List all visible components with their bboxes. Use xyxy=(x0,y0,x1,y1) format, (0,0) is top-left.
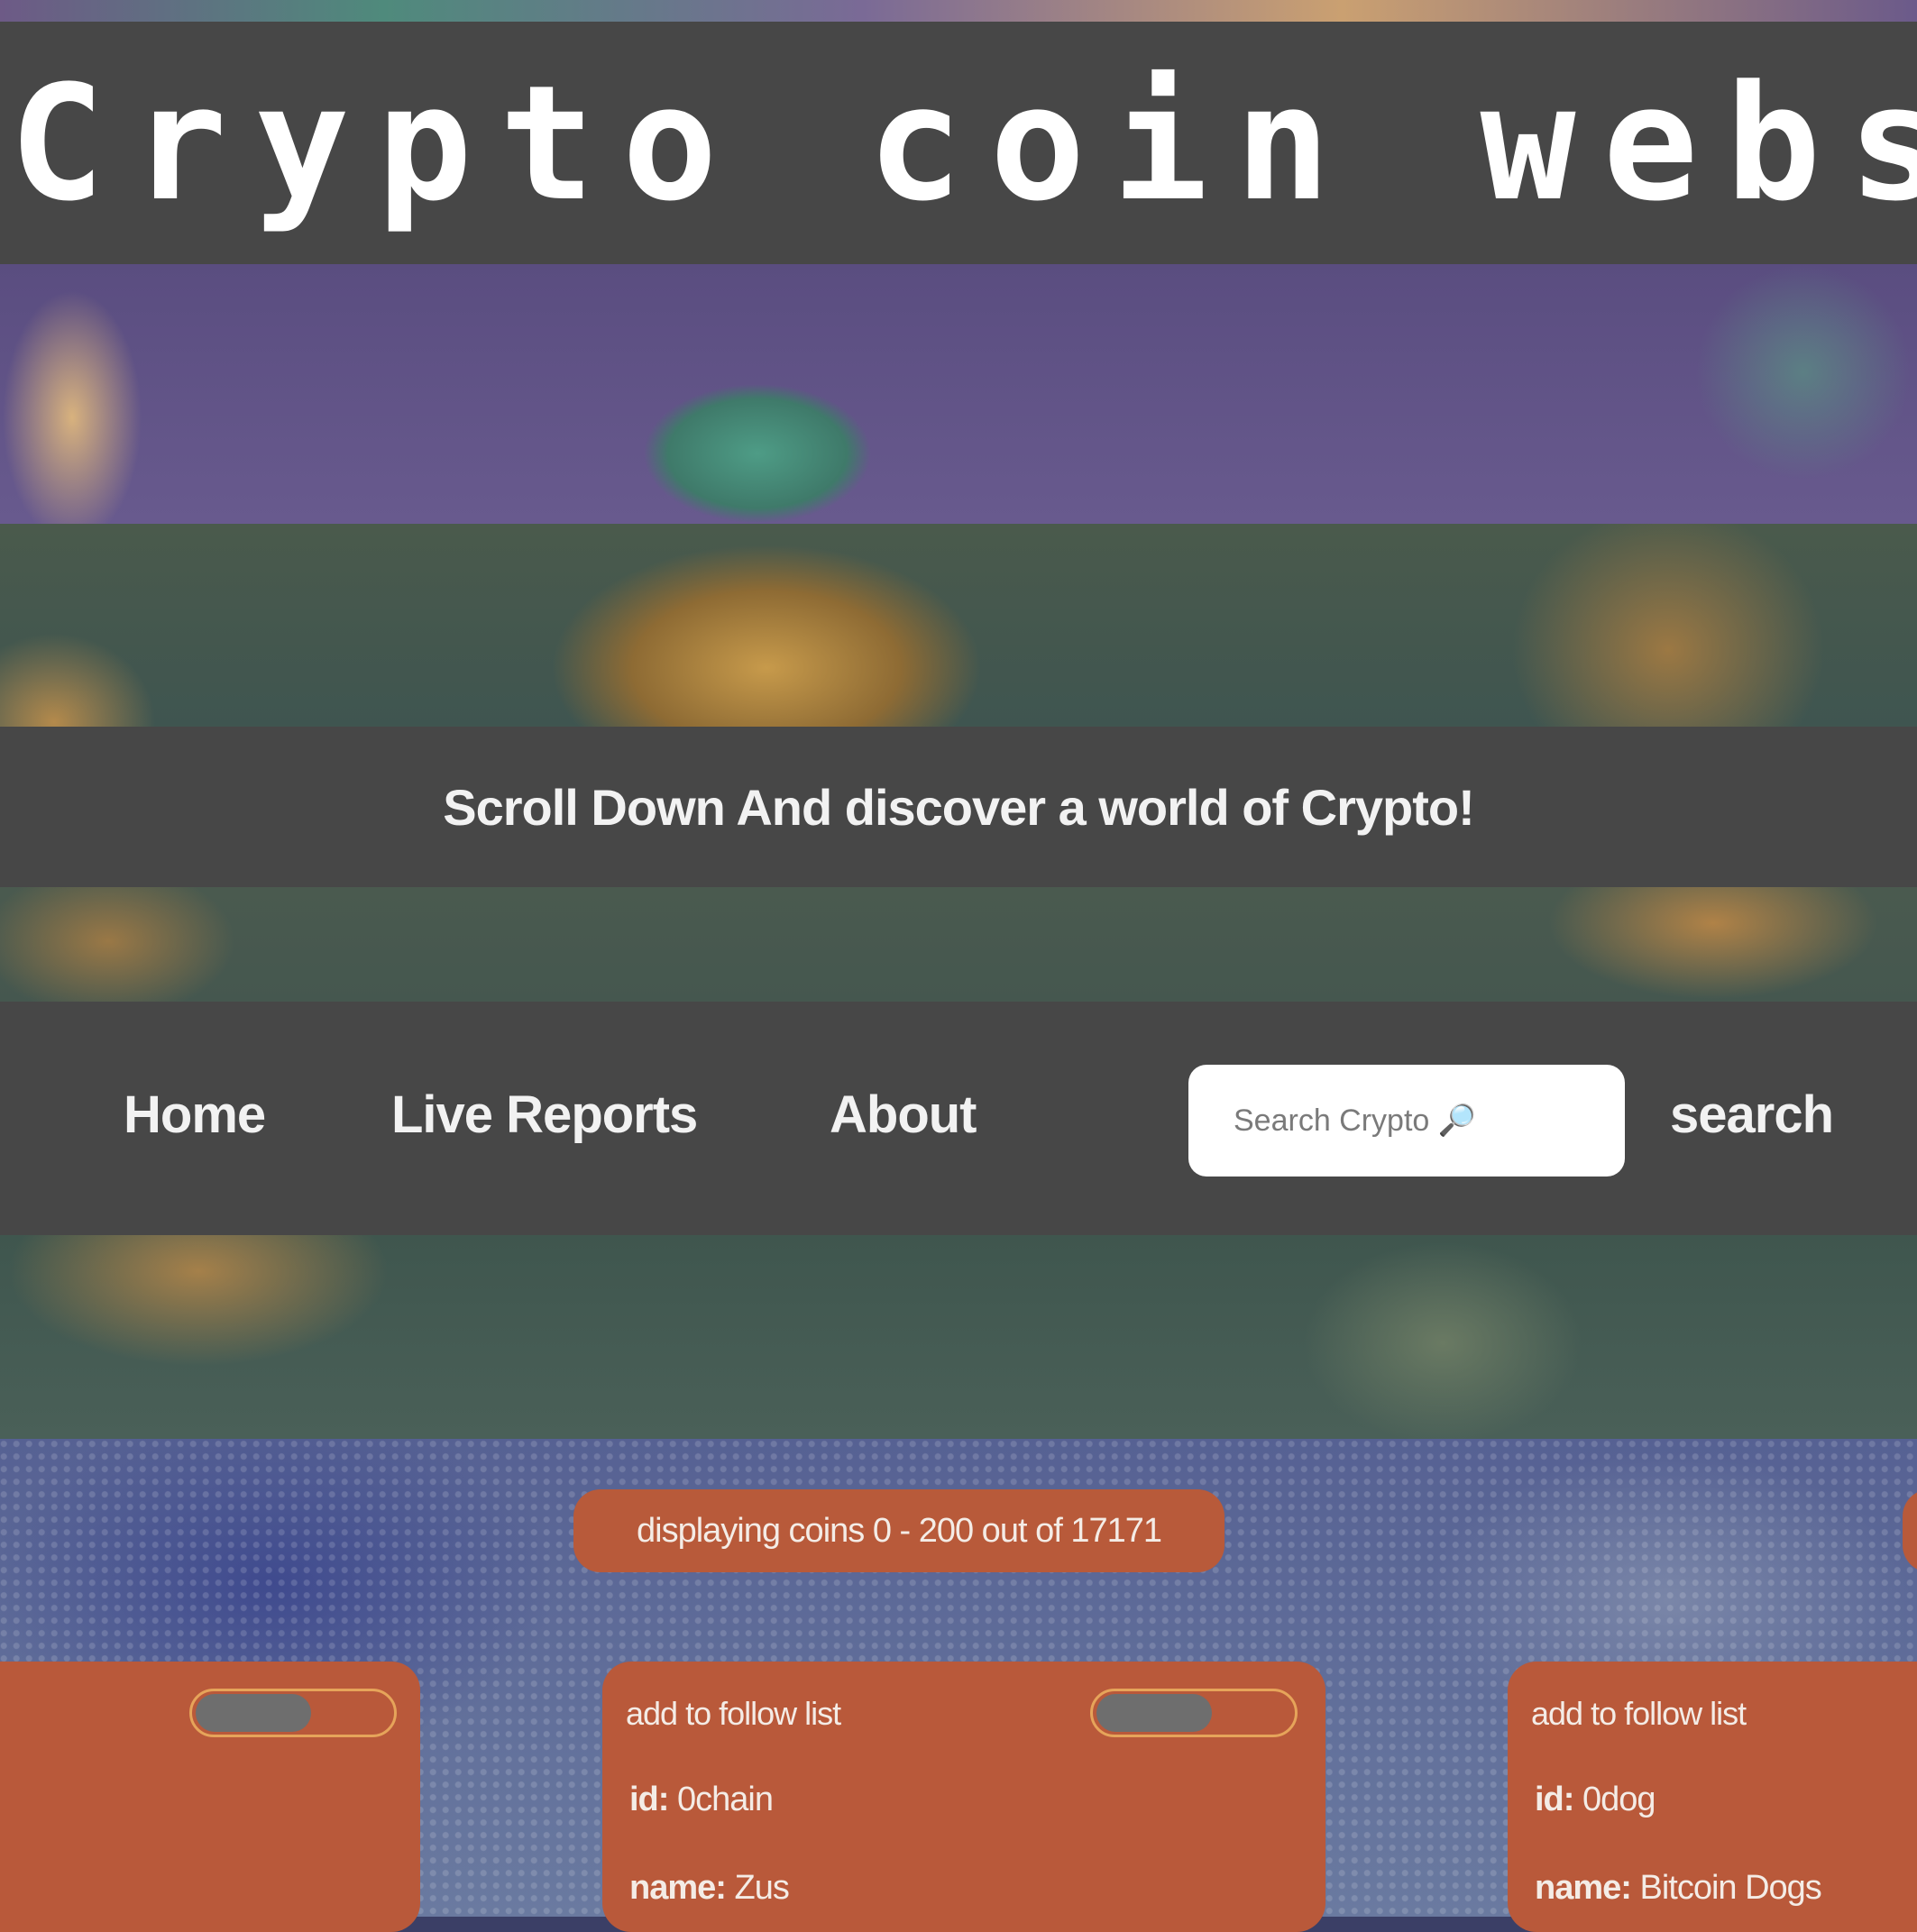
coin-id-label: id: xyxy=(1535,1781,1574,1818)
coin-name-value: Bitcoin Dogs xyxy=(1639,1869,1821,1907)
toggle-knob xyxy=(196,1694,311,1732)
nav-link-live-reports[interactable]: Live Reports xyxy=(391,1085,698,1146)
coin-name-label: name: xyxy=(629,1869,727,1907)
coin-id-value: 0dog xyxy=(1582,1781,1656,1818)
tagline-bar: Scroll Down And discover a world of Cryp… xyxy=(0,727,1917,887)
coin-card xyxy=(0,1662,420,1932)
background-image-strip xyxy=(0,0,1917,22)
follow-toggle[interactable] xyxy=(189,1689,397,1737)
coin-id: id: 0dog xyxy=(1535,1779,1656,1820)
background-image-bitcoin xyxy=(0,887,1917,1002)
coins-count-status: displaying coins 0 - 200 out of 17171 xyxy=(573,1489,1224,1572)
coin-name-value: Zus xyxy=(734,1869,789,1907)
nav-link-about[interactable]: About xyxy=(830,1085,977,1146)
tagline: Scroll Down And discover a world of Cryp… xyxy=(443,779,1474,836)
nav-bar: Home Live Reports About search xyxy=(0,1002,1917,1235)
coin-id: id: 0chain xyxy=(629,1779,774,1820)
toggle-knob xyxy=(1096,1694,1212,1732)
site-header: Crypto coin webs xyxy=(0,22,1917,264)
follow-label: add to follow list xyxy=(1531,1695,1747,1732)
search-input[interactable] xyxy=(1188,1065,1625,1177)
coin-name: name: Bitcoin Dogs xyxy=(1535,1867,1822,1909)
coin-id-value: 0chain xyxy=(677,1781,774,1818)
coin-id-label: id: xyxy=(629,1781,669,1818)
site-title: Crypto coin webs xyxy=(9,51,1917,236)
background-image-bitcoin xyxy=(0,1235,1917,1439)
nav-link-home[interactable]: Home xyxy=(124,1085,266,1146)
coin-card: add to follow list id: 0chain name: Zus xyxy=(602,1662,1325,1932)
follow-label: add to follow list xyxy=(626,1695,841,1732)
coin-name: name: Zus xyxy=(629,1867,790,1909)
background-image-isometric-crypto xyxy=(0,264,1917,524)
coin-name-label: name: xyxy=(1535,1869,1632,1907)
follow-toggle[interactable] xyxy=(1090,1689,1298,1737)
background-image-bitcoin xyxy=(0,524,1917,727)
coin-card: add to follow list id: 0dog name: Bitcoi… xyxy=(1508,1662,1917,1932)
search-button[interactable]: search xyxy=(1670,1085,1834,1146)
